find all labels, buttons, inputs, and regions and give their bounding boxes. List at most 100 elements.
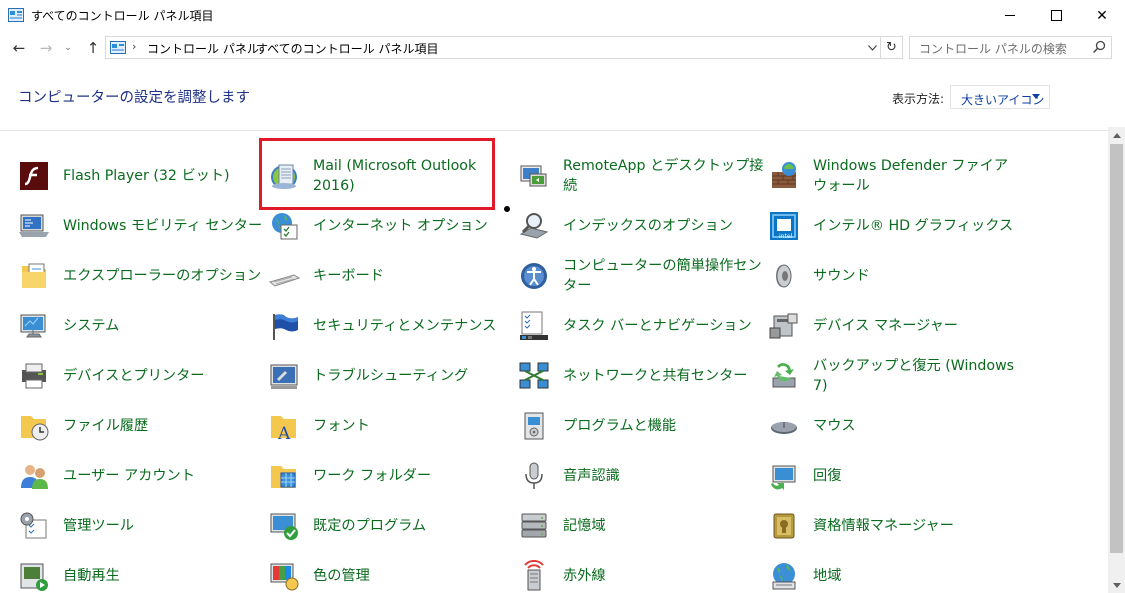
region-icon — [772, 563, 796, 590]
security-maintenance-icon — [273, 314, 298, 340]
item-label: システム — [63, 318, 120, 334]
fonts-icon: A — [271, 416, 296, 442]
item-label: インターネット オプション — [313, 218, 488, 234]
item-label: タスク バーとナビゲーション — [563, 318, 752, 334]
sound-icon — [776, 264, 792, 288]
backup-restore-icon — [772, 363, 796, 388]
arrow-left-icon: ← — [12, 39, 26, 57]
indexing-options-icon — [519, 213, 549, 239]
infrared-icon — [524, 560, 544, 591]
remoteapp-icon — [520, 165, 547, 187]
mouse-icon — [771, 422, 797, 434]
item-label: Flash Player (32 ビット) — [63, 168, 230, 184]
internet-options-icon — [272, 213, 298, 240]
item-label: RemoteApp とデスクトップ接 続 — [563, 158, 764, 194]
address-bar[interactable]: › コントロール パネル › すべてのコントロール パネル項目 — [105, 36, 881, 59]
minimize-button[interactable] — [987, 0, 1033, 31]
item-label: プログラムと機能 — [563, 418, 677, 434]
item-label: Windows Defender ファイア ウォール — [813, 158, 1009, 194]
recent-locations-button[interactable]: ⌄ — [61, 38, 75, 58]
breadcrumb-all-items[interactable]: すべてのコントロール パネル項目 — [256, 40, 439, 57]
control-panel-icon — [110, 41, 126, 54]
navigation-bar: ← → ⌄ ↑ › コントロール パネル › すべてのコントロール パネル項目 … — [0, 31, 1125, 64]
back-button[interactable]: ← — [9, 38, 29, 58]
item-label: マウス — [813, 418, 856, 434]
file-history-icon — [21, 416, 49, 441]
scrollbar-thumb[interactable] — [1110, 144, 1123, 553]
storage-spaces-icon — [521, 513, 547, 538]
default-programs-icon — [270, 513, 298, 540]
search-box[interactable]: コントロール パネルの検索 — [909, 36, 1112, 59]
breadcrumb-separator: › — [241, 40, 246, 53]
forward-button[interactable]: → — [36, 38, 56, 58]
item-label: サウンド — [813, 268, 870, 284]
refresh-icon: ↻ — [886, 40, 897, 55]
view-by-dropdown[interactable]: 大きいアイコン — [950, 85, 1050, 109]
page-title: コンピューターの設定を調整します — [18, 90, 250, 106]
flash-player-icon — [20, 162, 48, 190]
up-button[interactable]: ↑ — [83, 38, 103, 58]
admin-tools-icon — [20, 512, 47, 539]
ease-of-access-icon — [521, 263, 547, 289]
item-label: 自動再生 — [63, 568, 120, 584]
close-icon: ✕ — [1096, 7, 1108, 24]
close-button[interactable]: ✕ — [1079, 0, 1125, 31]
address-history-button[interactable] — [863, 37, 881, 58]
network-center-icon — [519, 362, 549, 389]
scroll-down-button[interactable] — [1108, 577, 1125, 593]
item-label: バックアップと復元 (Windows 7) — [813, 358, 1015, 394]
cursor-dot — [504, 206, 510, 212]
item-label: インデックスのオプション — [563, 218, 733, 234]
item-label: 音声認識 — [563, 468, 620, 484]
autoplay-icon — [20, 563, 48, 591]
divider — [0, 130, 1109, 131]
devices-printers-icon — [22, 363, 46, 389]
item-label: ネットワークと共有センター — [563, 368, 748, 384]
maximize-button[interactable] — [1033, 0, 1079, 31]
item-label: ファイル履歴 — [63, 418, 149, 434]
device-manager-icon — [769, 313, 798, 339]
recovery-icon — [771, 465, 796, 490]
arrow-up-icon: ↑ — [86, 39, 100, 57]
svg-text:intel: intel — [779, 233, 793, 240]
vertical-scrollbar[interactable] — [1108, 127, 1125, 593]
breadcrumb-separator: › — [132, 40, 137, 53]
item-label: セキュリティとメンテナンス — [313, 318, 497, 334]
item-label: トラブルシューティング — [313, 368, 469, 384]
item-label: 地域 — [813, 568, 842, 584]
refresh-button[interactable]: ↻ — [881, 36, 903, 59]
item-label: デバイス マネージャー — [813, 318, 958, 334]
item-label: ワーク フォルダー — [313, 468, 432, 484]
keyboard-icon — [268, 274, 300, 287]
control-panel-icon — [8, 8, 24, 22]
window-title: すべてのコントロール パネル項目 — [31, 9, 214, 23]
work-folders-icon — [271, 466, 296, 488]
taskbar-icon — [520, 311, 548, 340]
mobility-center-icon — [19, 214, 49, 237]
item-label: キーボード — [313, 268, 384, 284]
system-icon — [20, 314, 46, 338]
item-label: コンピューターの簡単操作セン ター — [563, 258, 762, 294]
item-label: エクスプローラーのオプション — [63, 268, 262, 284]
item-label: 管理ツール — [63, 518, 134, 534]
programs-features-icon — [524, 412, 544, 440]
item-label: 記憶域 — [563, 518, 606, 534]
item-label: ユーザー アカウント — [63, 468, 195, 484]
troubleshooting-icon — [270, 364, 298, 389]
item-label: フォント — [313, 418, 370, 434]
explorer-options-icon — [22, 263, 46, 288]
chevron-down-icon: ⌄ — [64, 43, 72, 53]
item-label: 赤外線 — [563, 568, 606, 584]
user-accounts-icon — [21, 465, 48, 489]
item-label: 色の管理 — [313, 568, 370, 584]
speech-recognition-icon — [525, 462, 543, 489]
color-management-icon — [270, 563, 299, 591]
item-label: 資格情報マネージャー — [813, 518, 954, 534]
credential-manager-icon — [773, 513, 795, 539]
triangle-down-icon — [1112, 582, 1121, 588]
scroll-up-button[interactable] — [1108, 127, 1125, 143]
svg-text:A: A — [277, 424, 291, 442]
item-label: インテル® HD グラフィックス — [813, 218, 1014, 234]
triangle-up-icon — [1112, 132, 1121, 138]
arrow-right-icon: → — [39, 39, 53, 57]
